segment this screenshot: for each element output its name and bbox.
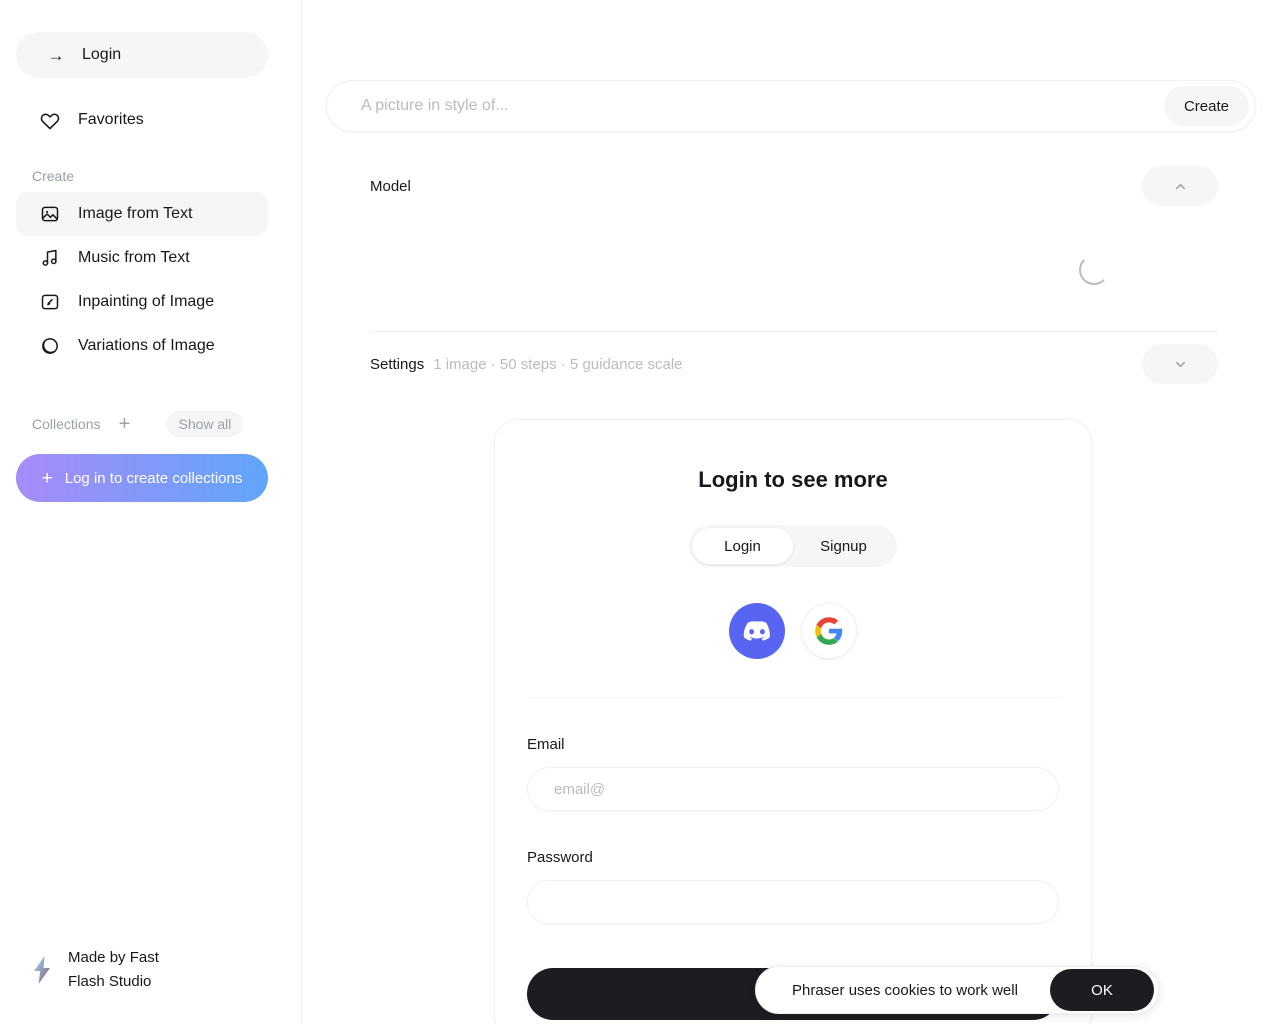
model-loading-spinner: [1079, 255, 1109, 285]
discord-icon: [729, 603, 785, 659]
main-content: Create Model Settings 1 image · 50 steps…: [302, 0, 1280, 1024]
gradient-button-label: Log in to create collections: [64, 469, 243, 487]
google-login-button[interactable]: [801, 603, 857, 659]
made-by-footer: Made by Fast Flash Studio: [16, 946, 285, 1008]
email-label: Email: [527, 736, 565, 753]
chevron-down-icon: [1173, 357, 1188, 372]
discord-login-button[interactable]: [729, 603, 785, 659]
sidebar-login-label: Login: [82, 46, 122, 63]
collections-title: Collections: [32, 416, 101, 432]
show-all-collections-button[interactable]: Show all: [166, 411, 244, 437]
settings-panel-expand-button[interactable]: [1142, 344, 1218, 384]
made-by-line2: Flash Studio: [68, 973, 152, 990]
auth-mode-toggle: Login Signup: [689, 525, 897, 567]
panel-divider: [370, 331, 1218, 332]
settings-meta: 1 image · 50 steps · 5 guidance scale: [433, 355, 683, 373]
arrow-right-icon: →: [47, 45, 65, 65]
google-icon: [815, 617, 843, 645]
prompt-input[interactable]: [361, 97, 1164, 115]
sidebar-item-label: Image from Text: [78, 205, 193, 222]
heart-icon: [40, 110, 60, 130]
tab-login[interactable]: Login: [692, 528, 793, 564]
made-by-line1: Made by Fast: [68, 949, 159, 966]
sidebar-login-button[interactable]: → Login: [16, 32, 268, 78]
image-icon: [40, 204, 60, 224]
prompt-bar: Create: [326, 80, 1256, 132]
create-button[interactable]: Create: [1163, 86, 1249, 126]
password-label: Password: [527, 849, 593, 866]
sidebar-item-music-from-text[interactable]: Music from Text: [16, 236, 268, 280]
lightning-bolt-icon: [30, 955, 54, 985]
favorites-wrap: Favorites: [16, 98, 285, 142]
cookie-ok-button[interactable]: OK: [1050, 969, 1154, 1011]
settings-panel-header: Settings 1 image · 50 steps · 5 guidance…: [370, 344, 1218, 384]
inpainting-icon: [40, 292, 60, 312]
sidebar-item-image-from-text[interactable]: Image from Text: [16, 192, 268, 236]
cookie-banner: Phraser uses cookies to work well OK: [755, 966, 1159, 1014]
settings-label: Settings: [370, 355, 425, 373]
settings-summary: Settings 1 image · 50 steps · 5 guidance…: [370, 356, 683, 373]
model-panel-collapse-button[interactable]: [1142, 166, 1218, 206]
collections-header: Collections + Show all: [16, 410, 285, 438]
cookie-message: Phraser uses cookies to work well: [792, 981, 1018, 999]
sidebar-item-variations-of-image[interactable]: Variations of Image: [16, 324, 268, 368]
model-panel-title: Model: [370, 177, 411, 195]
sidebar-item-label: Variations of Image: [78, 337, 215, 354]
model-panel-header: Model: [370, 166, 1218, 206]
sidebar-item-label: Music from Text: [78, 249, 190, 266]
plus-icon: +: [118, 413, 131, 435]
favorites-label: Favorites: [78, 111, 144, 128]
oauth-buttons: [527, 603, 1059, 659]
tab-signup[interactable]: Signup: [793, 528, 894, 564]
chevron-up-icon: [1173, 179, 1188, 194]
app-root: → Login Favorites Create Image from Text…: [0, 0, 1280, 1024]
plus-icon: +: [41, 467, 53, 489]
made-by-text: Made by Fast Flash Studio: [68, 946, 159, 994]
create-section-label: Create: [32, 168, 75, 184]
login-to-create-collections-button[interactable]: + Log in to create collections: [16, 454, 268, 502]
sidebar: → Login Favorites Create Image from Text…: [0, 0, 302, 1024]
login-card-title: Login to see more: [698, 467, 888, 492]
email-field[interactable]: [527, 767, 1059, 811]
password-field[interactable]: [527, 880, 1059, 924]
login-card: Login to see more Login Signup Email ema…: [494, 419, 1092, 1024]
music-note-icon: [40, 248, 60, 268]
sidebar-item-favorites[interactable]: Favorites: [16, 98, 268, 142]
variations-icon: [40, 336, 60, 356]
sidebar-item-inpainting-of-image[interactable]: Inpainting of Image: [16, 280, 268, 324]
card-divider: [527, 697, 1059, 698]
add-collection-button[interactable]: +: [110, 410, 138, 438]
sidebar-item-label: Inpainting of Image: [78, 293, 215, 310]
